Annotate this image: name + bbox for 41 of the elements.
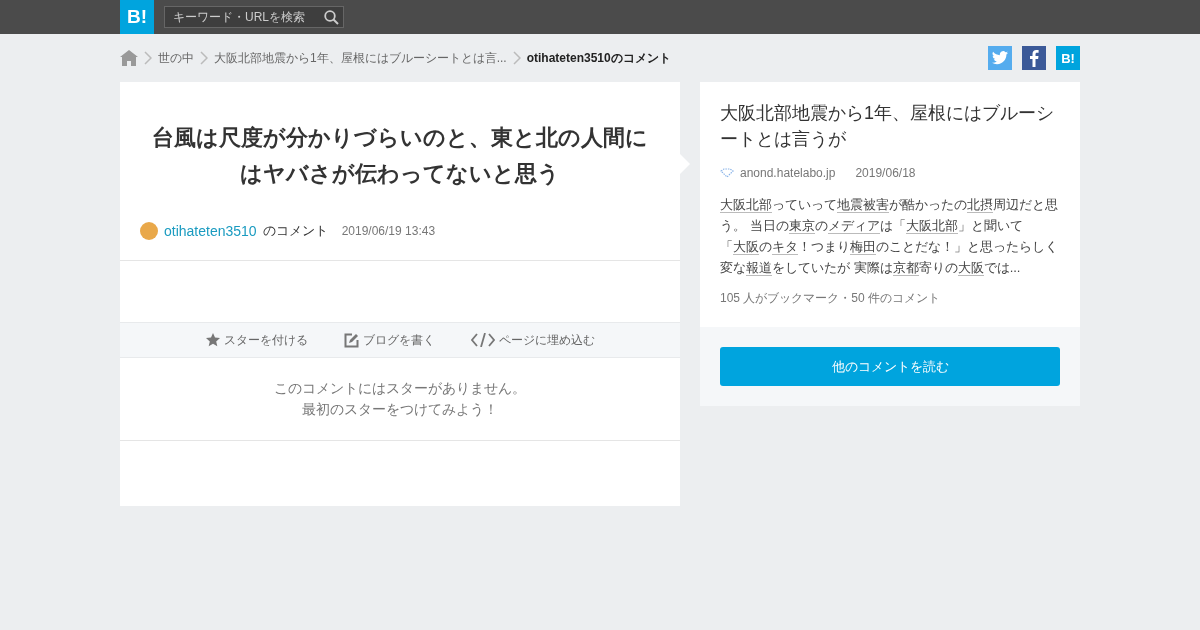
breadcrumb-link[interactable]: 大阪北部地震から1年、屋根にはブルーシートとは言... [214,49,507,67]
code-icon [470,333,495,347]
keyword-link[interactable]: 大阪 [957,260,984,276]
search-field[interactable]: キーワード・URLを検索 [164,6,344,28]
site-icon [720,168,734,178]
comment-time: 2019/06/19 13:43 [341,224,436,238]
chevron-icon [200,51,208,65]
keyword-link[interactable]: 京都 [892,260,919,276]
no-star-message: このコメントにはスターがありません。 最初のスターをつけてみよう！ [120,358,680,441]
entry-excerpt: 大阪北部っていって地震被害が酷かったの北摂周辺だと思う。 当日の東京のメディアは「大阪北部」と聞いて「大阪のキタ！つまり梅田のことだな！」と思ったらしく変な報道をしていたが 実際は京都寄りの大阪では... [720,196,1059,278]
keyword-link[interactable]: 地震被害 [837,197,889,213]
home-icon[interactable] [120,50,138,66]
chevron-icon [144,51,152,65]
keyword-link[interactable]: 東京 [788,218,815,234]
keyword-link[interactable]: キタ [772,239,798,255]
keyword-link[interactable]: メディア [827,218,880,234]
keyword-link[interactable]: 大阪北部 [720,197,772,213]
keyword-link[interactable]: 報道 [746,260,772,276]
twitter-button[interactable] [988,46,1012,70]
search-icon [324,9,339,25]
comment-label: のコメント [262,222,328,240]
edit-icon [343,332,359,348]
keyword-link[interactable]: 大阪北部 [905,218,958,234]
entry-stats: 105 人がブックマーク・50 件のコメント [720,290,942,307]
breadcrumb-link[interactable]: 世の中 [158,49,194,67]
bird-icon [992,51,1008,65]
keyword-link[interactable]: 大阪 [733,239,759,255]
keyword-link[interactable]: 梅田 [850,239,876,255]
facebook-button[interactable] [1022,46,1046,70]
avatar-icon [140,222,158,240]
entry-date: 2019/06/18 [855,166,916,180]
star-icon [205,333,220,347]
chevron-icon [512,51,521,65]
keyword-link[interactable]: 北摂 [967,197,993,213]
star-action[interactable]: スターを付ける [205,331,308,349]
entry-domain[interactable]: anond.hatelabo.jp [740,166,836,180]
embed-action[interactable]: ページに埋め込む [470,331,595,349]
comment-text: 台風は尺度が分かりづらいのと、東と北の人間にはヤバさが伝わってないと思う [151,124,649,188]
entry-title[interactable]: 大阪北部地震から1年、屋根にはブルーシートとは言うが [720,100,1060,152]
facebook-icon [1029,49,1039,67]
blog-action[interactable]: ブログを書く [343,331,435,349]
